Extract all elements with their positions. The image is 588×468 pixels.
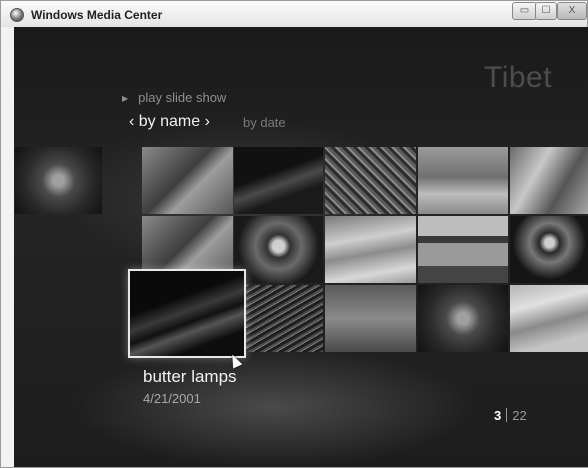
photo-thumbnail[interactable] xyxy=(325,147,416,214)
photo-thumbnail[interactable] xyxy=(325,285,416,352)
sort-by-date-option[interactable]: by date xyxy=(243,115,286,130)
photo-thumbnail[interactable] xyxy=(510,147,588,214)
maximize-button[interactable]: ☐ xyxy=(535,2,557,20)
page-counter: 3 22 xyxy=(494,408,527,423)
sort-by-name-option[interactable]: ‹ by name › xyxy=(129,113,210,131)
close-button[interactable]: X xyxy=(557,2,587,20)
triangle-right-icon: ▶ xyxy=(122,94,129,103)
photo-thumbnail[interactable] xyxy=(418,285,508,352)
page-separator xyxy=(506,408,508,422)
selected-photo-title: butter lamps xyxy=(143,367,237,386)
window-title: Windows Media Center xyxy=(31,8,163,22)
media-center-icon xyxy=(10,8,24,22)
photo-thumbnail[interactable] xyxy=(246,285,323,352)
photo-thumbnail[interactable] xyxy=(234,216,323,283)
current-page: 3 xyxy=(494,408,502,423)
photo-thumbnail[interactable] xyxy=(510,216,588,283)
selected-photo-thumbnail[interactable] xyxy=(128,269,246,358)
picture-library: Tibet ▶ play slide show ‹ by name › by da… xyxy=(14,27,588,467)
media-center-window: Windows Media Center ▭ ☐ X Tibet ▶ play s… xyxy=(0,0,588,468)
play-slide-show-button[interactable]: ▶ play slide show xyxy=(122,90,226,105)
previous-page-thumbnail[interactable] xyxy=(15,147,102,214)
photo-thumbnail[interactable] xyxy=(418,147,508,214)
title-bar[interactable]: Windows Media Center ▭ ☐ X xyxy=(1,1,587,27)
minimize-button[interactable]: ▭ xyxy=(512,2,537,20)
photo-thumbnail[interactable] xyxy=(418,216,508,283)
total-pages: 22 xyxy=(512,408,527,423)
photo-thumbnail[interactable] xyxy=(142,147,233,214)
folder-title: Tibet xyxy=(484,61,553,94)
photo-thumbnail[interactable] xyxy=(325,216,416,283)
photo-thumbnail[interactable] xyxy=(234,147,323,214)
selected-photo-date: 4/21/2001 xyxy=(143,391,201,406)
photo-thumbnail[interactable] xyxy=(510,285,588,352)
play-slide-show-label: play slide show xyxy=(138,90,227,105)
